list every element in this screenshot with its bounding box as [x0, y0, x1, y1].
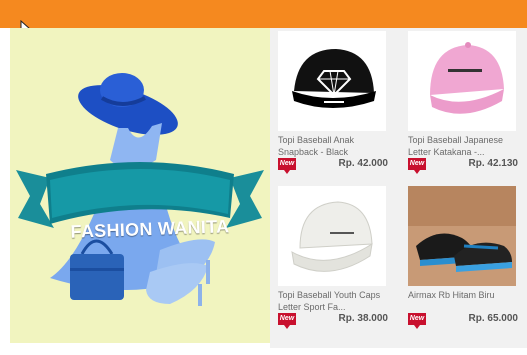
product-card[interactable]: Airmax Rb Hitam Biru New Rp. 65.000 [400, 183, 522, 333]
black-cap-image[interactable] [278, 31, 386, 131]
product-title[interactable]: Topi Baseball Anak Snapback - Black [278, 134, 388, 158]
product-price: Rp. 65.000 [468, 313, 518, 324]
top-bar [0, 0, 527, 28]
new-badge: New [408, 313, 426, 329]
sneakers-image[interactable] [408, 186, 516, 286]
product-card[interactable]: Topi Baseball Japanese Letter Katakana -… [400, 28, 522, 178]
new-badge: New [278, 313, 296, 329]
product-price: Rp. 38.000 [338, 313, 388, 324]
pink-cap-image[interactable] [408, 31, 516, 131]
product-title[interactable]: Topi Baseball Japanese Letter Katakana -… [408, 134, 518, 158]
product-title[interactable]: Topi Baseball Youth Caps Letter Sport Fa… [278, 289, 388, 313]
product-card[interactable]: Topi Baseball Youth Caps Letter Sport Fa… [270, 183, 392, 333]
fashion-banner[interactable]: FASHION WANITA [10, 28, 270, 343]
product-title[interactable]: Airmax Rb Hitam Biru [408, 289, 518, 301]
product-price: Rp. 42.130 [468, 158, 518, 169]
fashion-illustration [16, 73, 264, 306]
white-cap-image[interactable] [278, 186, 386, 286]
product-card[interactable]: Topi Baseball Anak Snapback - Black New … [270, 28, 392, 178]
new-badge: New [408, 158, 426, 174]
new-badge: New [278, 158, 296, 174]
product-grid: Topi Baseball Anak Snapback - Black New … [270, 28, 527, 348]
product-price: Rp. 42.000 [338, 158, 388, 169]
